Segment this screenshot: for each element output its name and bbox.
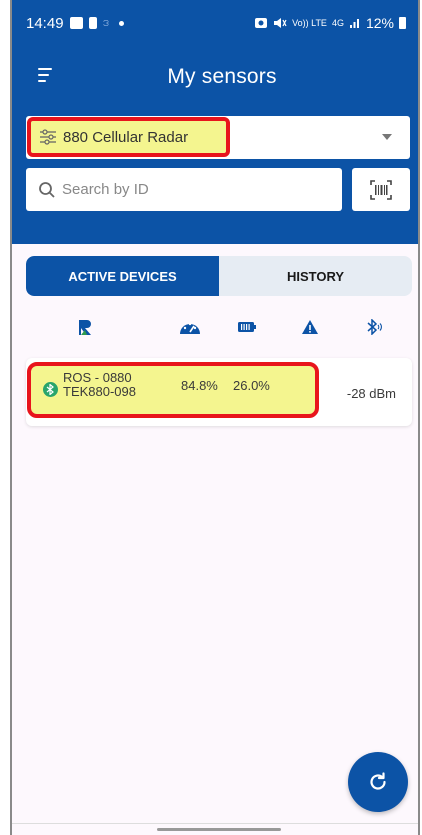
search-icon [39, 181, 55, 198]
barcode-scan-button[interactable] [352, 168, 410, 211]
status-bar: 14:49 ဒ Vo)) LTE 4G 12% [12, 0, 418, 46]
device-name: ROS - 0880 [63, 370, 132, 385]
sensor-type-value: 880 Cellular Radar [63, 128, 189, 146]
bluetooth-signal-icon [364, 316, 386, 338]
volte-indicator: Vo)) LTE [292, 17, 327, 28]
system-nav-bar [12, 823, 418, 835]
hamburger-menu-icon[interactable] [38, 68, 60, 86]
battery-icon [236, 316, 258, 338]
tab-active-devices[interactable]: ACTIVE DEVICES [26, 256, 219, 296]
device-battery: 26.0% [233, 378, 270, 393]
list-item-device[interactable]: ROS - 0880 TEK880-098 84.8% 26.0% -28 dB… [26, 358, 412, 426]
refresh-button[interactable] [348, 752, 408, 812]
battery-icon [399, 17, 406, 29]
phone-screen: 14:49 ဒ Vo)) LTE 4G 12% My sensors 880 C… [10, 0, 420, 835]
mute-icon [274, 18, 287, 28]
selector-highlight: 880 Cellular Radar [27, 117, 230, 157]
home-indicator[interactable] [157, 828, 281, 831]
more-notifications-icon [119, 20, 125, 26]
gauge-icon [178, 316, 202, 338]
search-box[interactable] [26, 168, 342, 211]
clock: 14:49 [26, 14, 64, 32]
page-title: My sensors [167, 65, 277, 88]
gallery-notification-icon [69, 17, 83, 29]
filter-sliders-icon [40, 129, 56, 145]
app-bar: My sensors [12, 46, 418, 108]
brand-r-logo-icon [76, 316, 96, 338]
sensor-type-dropdown[interactable]: 880 Cellular Radar [26, 116, 410, 159]
device-highlight: ROS - 0880 TEK880-098 84.8% 26.0% [27, 362, 319, 418]
device-tabs: ACTIVE DEVICES HISTORY [26, 256, 412, 296]
sim-notification-icon [88, 17, 97, 29]
controls-panel: 880 Cellular Radar [12, 108, 418, 244]
network-gen-indicator: 4G [331, 17, 344, 28]
battery-percent: 12% [365, 15, 394, 31]
three-app-icon: ဒ [102, 13, 110, 29]
device-rssi: -28 dBm [346, 386, 396, 401]
device-id: TEK880-098 [63, 384, 136, 399]
warning-icon [300, 316, 320, 338]
barcode-scan-icon [370, 179, 392, 200]
device-level: 84.8% [181, 378, 218, 393]
chevron-down-icon[interactable] [382, 134, 392, 140]
search-input[interactable] [62, 181, 322, 198]
refresh-icon [370, 772, 386, 790]
bluetooth-icon [43, 382, 58, 397]
signal-bars-icon [349, 19, 359, 28]
tab-history[interactable]: HISTORY [219, 256, 412, 296]
alarm-icon [255, 18, 268, 28]
column-header-icons [12, 316, 418, 338]
